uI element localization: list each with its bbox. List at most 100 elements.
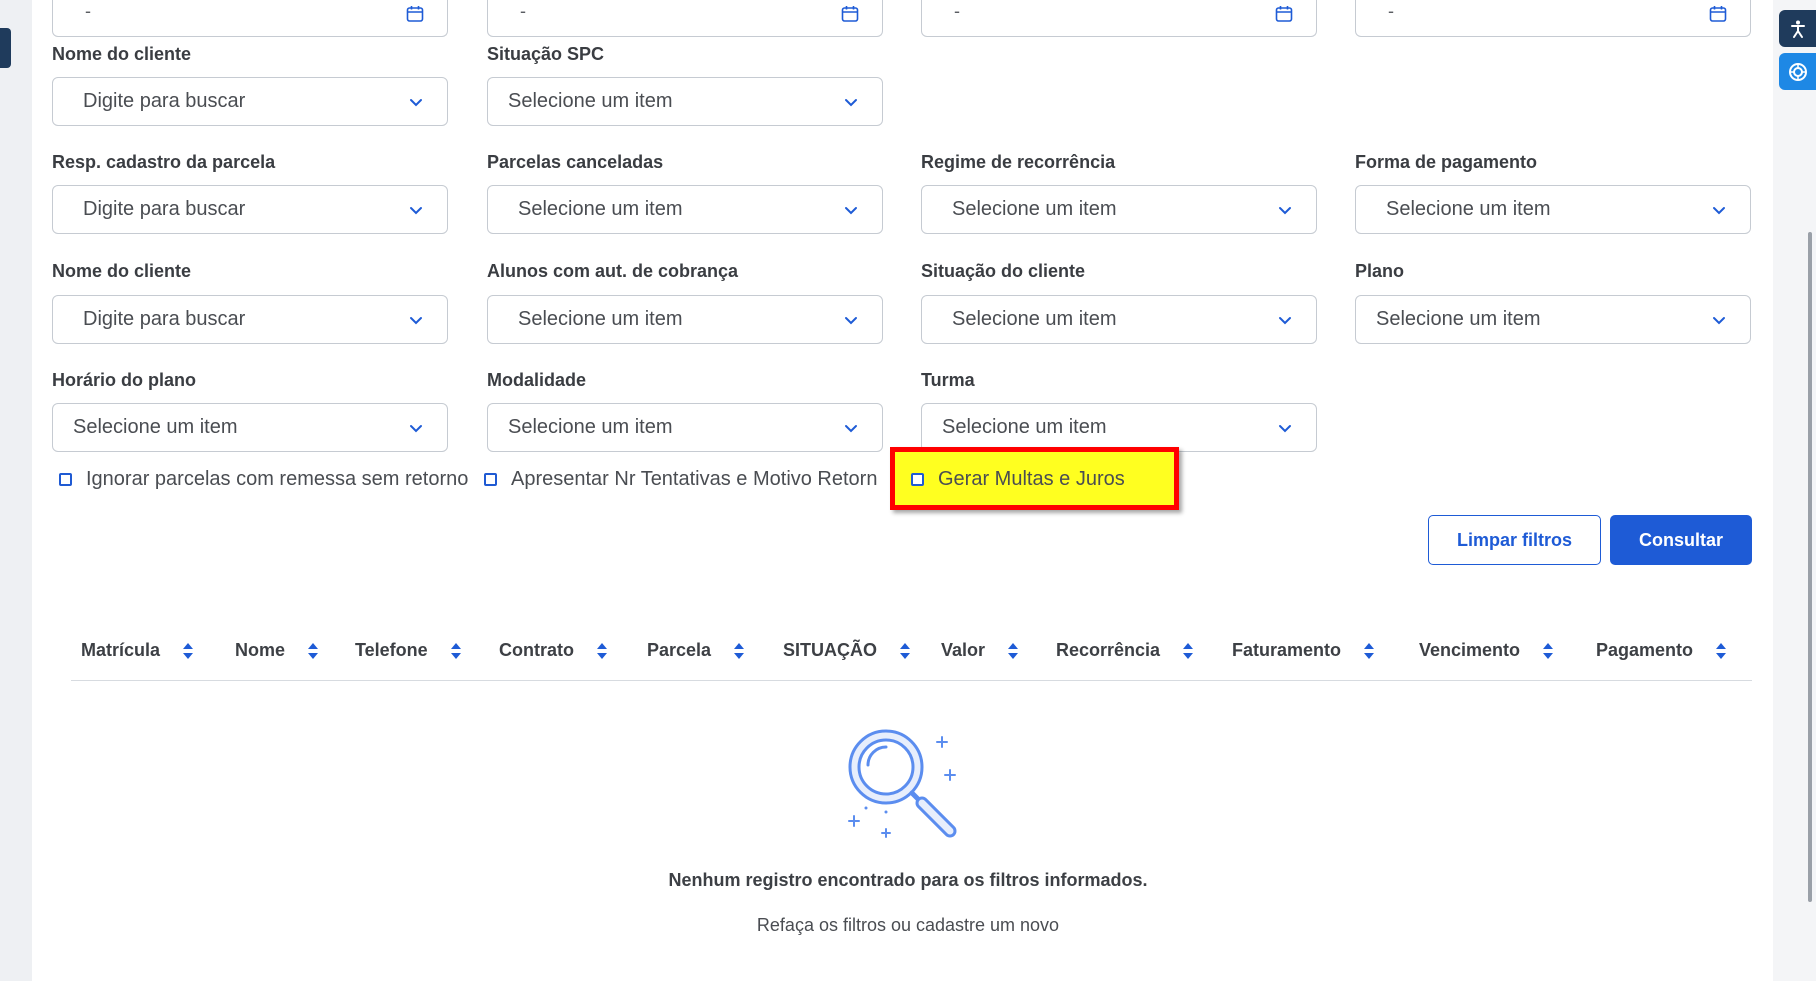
sort-icon[interactable] [1007, 641, 1019, 661]
date-field-4[interactable]: - [1355, 0, 1751, 37]
limpar-filtros-button[interactable]: Limpar filtros [1428, 515, 1601, 565]
sort-icon[interactable] [450, 641, 462, 661]
chevron-down-icon [845, 317, 857, 325]
checkbox-box[interactable] [911, 473, 924, 486]
alunos-aut-cobranca-select[interactable]: Selecione um item [487, 295, 883, 344]
sort-icon[interactable] [307, 641, 319, 661]
sort-icon[interactable] [1542, 641, 1554, 661]
label-plano: Plano [1355, 261, 1405, 281]
sort-icon[interactable] [733, 641, 745, 661]
chat-assistant-icon [1788, 62, 1807, 81]
situacao-spc-select[interactable]: Selecione um item [487, 77, 883, 126]
scrollbar[interactable] [1808, 232, 1812, 902]
nome-cliente-2-select[interactable]: Digite para buscar [52, 295, 448, 344]
label-parcelas-canceladas: Parcelas canceladas [487, 152, 664, 172]
sort-icon[interactable] [899, 641, 911, 661]
column-label: Nome [235, 640, 286, 660]
column-header-recorrencia[interactable]: Recorrência [1056, 640, 1194, 661]
sort-icon[interactable] [596, 641, 608, 661]
label-resp-cadastro: Resp. cadastro da parcela [52, 152, 276, 172]
label-regime-recorrencia: Regime de recorrência [921, 152, 1116, 172]
nome-cliente-select[interactable]: Digite para buscar [52, 77, 448, 126]
column-header-pagamento[interactable]: Pagamento [1596, 640, 1727, 661]
label-alunos-aut-cobranca: Alunos com aut. de cobrança [487, 261, 739, 281]
chevron-down-icon [845, 207, 857, 215]
column-header-nome[interactable]: Nome [235, 640, 319, 661]
checkbox-label: Ignorar parcelas com remessa sem retorno [86, 468, 469, 490]
sort-icon[interactable] [1715, 641, 1727, 661]
sort-icon[interactable] [182, 641, 194, 661]
select-value: Selecione um item [1386, 198, 1551, 220]
horario-plano-select[interactable]: Selecione um item [52, 403, 448, 452]
chevron-down-icon [1713, 207, 1725, 215]
column-label: Recorrência [1056, 640, 1161, 660]
calendar-icon[interactable] [405, 4, 425, 24]
checkbox-gerar-multas[interactable]: Gerar Multas e Juros [911, 468, 1125, 491]
plano-select[interactable]: Selecione um item [1355, 295, 1751, 344]
chevron-down-icon [845, 425, 857, 433]
regime-recorrencia-select[interactable]: Selecione um item [921, 185, 1317, 234]
column-header-situacao[interactable]: SITUAÇÃO [783, 640, 911, 661]
checkbox-box[interactable] [484, 473, 497, 486]
left-collapse-tab[interactable] [0, 28, 11, 68]
column-header-parcela[interactable]: Parcela [647, 640, 745, 661]
modalidade-select[interactable]: Selecione um item [487, 403, 883, 452]
checkbox-apresentar-tentativas[interactable]: Apresentar Nr Tentativas e Motivo Retorn [484, 468, 888, 491]
date-field-value: - [520, 1, 526, 21]
label-situacao-spc: Situação SPC [487, 44, 605, 64]
sort-icon[interactable] [1363, 641, 1375, 661]
chevron-down-icon [410, 317, 422, 325]
date-field-2[interactable]: - [487, 0, 883, 37]
chevron-down-icon [410, 425, 422, 433]
forma-pagamento-select[interactable]: Selecione um item [1355, 185, 1751, 234]
calendar-icon[interactable] [840, 4, 860, 24]
chevron-down-icon [845, 99, 857, 107]
sort-icon[interactable] [1182, 641, 1194, 661]
column-label: SITUAÇÃO [783, 640, 877, 660]
select-value: Digite para buscar [83, 308, 246, 330]
label-nome-cliente: Nome do cliente [52, 44, 192, 64]
situacao-cliente-select[interactable]: Selecione um item [921, 295, 1317, 344]
select-value: Selecione um item [952, 198, 1117, 220]
checkbox-label: Apresentar Nr Tentativas e Motivo Retorn [511, 468, 878, 490]
label-turma: Turma [921, 370, 975, 390]
column-header-telefone[interactable]: Telefone [355, 640, 462, 661]
checkbox-label: Gerar Multas e Juros [938, 468, 1125, 490]
resp-cadastro-select[interactable]: Digite para buscar [52, 185, 448, 234]
column-header-matricula[interactable]: Matrícula [81, 640, 194, 661]
accessibility-button[interactable] [1779, 10, 1816, 47]
select-value: Selecione um item [73, 416, 238, 438]
column-label: Vencimento [1419, 640, 1521, 660]
checkbox-box[interactable] [59, 473, 72, 486]
select-value: Selecione um item [508, 416, 673, 438]
column-header-faturamento[interactable]: Faturamento [1232, 640, 1375, 661]
column-header-contrato[interactable]: Contrato [499, 640, 608, 661]
column-header-valor[interactable]: Valor [941, 640, 1019, 661]
chevron-down-icon [1279, 207, 1291, 215]
select-value: Selecione um item [1376, 308, 1541, 330]
column-label: Parcela [647, 640, 712, 660]
label-nome-cliente-2: Nome do cliente [52, 261, 192, 281]
calendar-icon[interactable] [1274, 4, 1294, 24]
consultar-button[interactable]: Consultar [1610, 515, 1752, 565]
select-value: Selecione um item [942, 416, 1107, 438]
select-value: Selecione um item [518, 198, 683, 220]
checkbox-ignorar-parcelas[interactable]: Ignorar parcelas com remessa sem retorno [59, 468, 468, 491]
column-label: Valor [941, 640, 986, 660]
turma-select[interactable]: Selecione um item [921, 403, 1317, 452]
chevron-down-icon [1279, 317, 1291, 325]
date-field-1[interactable]: - [52, 0, 448, 37]
column-label: Pagamento [1596, 640, 1694, 660]
calendar-icon[interactable] [1708, 4, 1728, 24]
magnifier-illustration-icon [848, 729, 957, 838]
accessibility-icon [1790, 20, 1805, 38]
empty-state-title: Nenhum registro encontrado para os filtr… [668, 870, 1148, 890]
select-value: Selecione um item [952, 308, 1117, 330]
chevron-down-icon [1713, 317, 1725, 325]
left-strip [0, 0, 32, 981]
chat-assistant-button[interactable] [1779, 53, 1816, 90]
date-field-3[interactable]: - [921, 0, 1317, 37]
parcelas-canceladas-select[interactable]: Selecione um item [487, 185, 883, 234]
column-header-vencimento[interactable]: Vencimento [1419, 640, 1554, 661]
label-forma-pagamento: Forma de pagamento [1355, 152, 1538, 172]
